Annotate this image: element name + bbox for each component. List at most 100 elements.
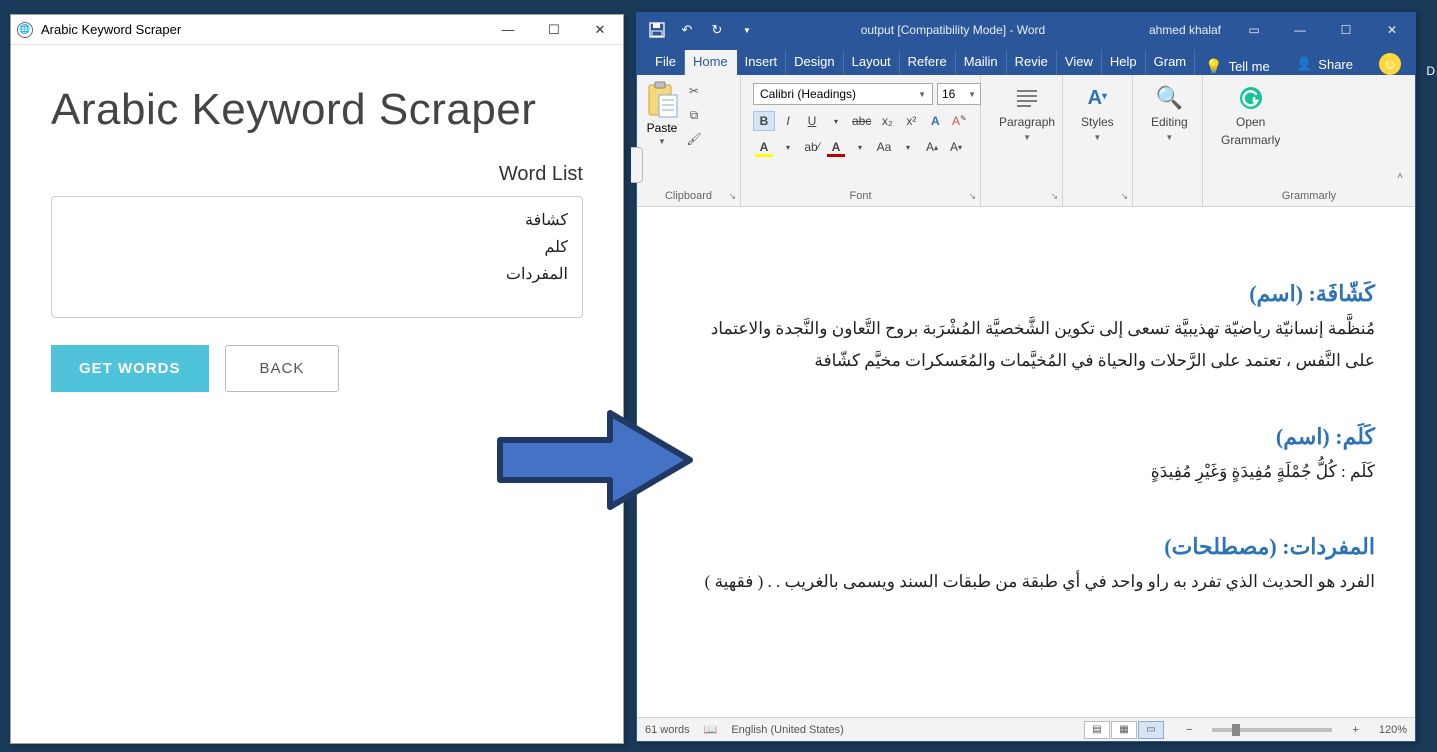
tab-help[interactable]: Help	[1102, 50, 1146, 75]
qat-customize-icon[interactable]: ▼	[735, 18, 759, 42]
paste-label: Paste	[647, 121, 678, 135]
zoom-thumb[interactable]	[1232, 724, 1240, 736]
font-name-value: Calibri (Headings)	[760, 87, 856, 101]
cut-icon[interactable]: ✂	[685, 83, 703, 99]
word-ribbon: Paste ▼ ✂ ⧉ 🖌 Clipboard↘ Calibri (Headin…	[637, 75, 1415, 207]
zoom-out-button[interactable]: −	[1186, 724, 1192, 736]
clipboard-launcher-icon[interactable]: ↘	[728, 191, 736, 202]
word-window-controls: ▭ — ☐ ✕	[1231, 13, 1415, 47]
word-user: ahmed khalaf	[1139, 23, 1231, 37]
scraper-body: Arabic Keyword Scraper Word List GET WOR…	[11, 45, 623, 412]
chevron-down-icon[interactable]: ▾	[849, 137, 871, 157]
paste-button[interactable]: Paste ▼	[645, 81, 679, 186]
change-case-button[interactable]: Aa	[873, 137, 895, 157]
chevron-down-icon[interactable]: ▾	[777, 137, 799, 157]
view-mode-switch: ▤ ▦ ▭	[1084, 721, 1164, 739]
chevron-down-icon: ▼	[918, 90, 926, 99]
subscript-button[interactable]: x₂	[876, 111, 898, 131]
scraper-titlebar: 🌐 Arabic Keyword Scraper — ☐ ✕	[11, 15, 623, 45]
share-button[interactable]: Share	[1318, 57, 1353, 72]
print-layout-icon[interactable]: ▦	[1111, 721, 1137, 739]
text-effects-button[interactable]: A	[924, 111, 946, 131]
paragraph-button[interactable]: Paragraph ▼	[989, 81, 1065, 198]
proofing-icon[interactable]: 📖	[704, 723, 718, 736]
read-mode-icon[interactable]: ▤	[1084, 721, 1110, 739]
tab-home[interactable]: Home	[685, 50, 737, 75]
ruler-toggle[interactable]	[631, 147, 643, 183]
tab-file[interactable]: File	[647, 50, 685, 75]
tab-design[interactable]: Design	[786, 50, 843, 75]
maximize-button[interactable]: ☐	[531, 15, 577, 45]
bold-button[interactable]: B	[753, 111, 775, 131]
word-titlebar: ↶ ↻ ▼ output [Compatibility Mode] - Word…	[637, 13, 1415, 47]
superscript-button[interactable]: x²	[900, 111, 922, 131]
entry-body: مُنظَّمة إنسانيّة رياضيّة تهذيبيَّة تسعى…	[677, 313, 1375, 378]
zoom-slider[interactable]	[1212, 728, 1332, 732]
grammarly-line1: Open	[1236, 115, 1265, 129]
paragraph-label: Paragraph	[999, 115, 1055, 129]
highlight-button[interactable]: A	[753, 137, 775, 157]
minimize-button[interactable]: —	[485, 15, 531, 45]
styles-button[interactable]: A▾ Styles ▼	[1071, 81, 1124, 198]
zoom-in-button[interactable]: +	[1352, 724, 1358, 736]
bulb-icon: 💡	[1205, 58, 1222, 75]
word-document-area[interactable]: كَشّافَة: (اسم) مُنظَّمة إنسانيّة رياضيّ…	[637, 207, 1415, 717]
paragraph-launcher-icon[interactable]: ↘	[1050, 191, 1058, 202]
share-area: 👤 Share ☺	[1282, 53, 1415, 75]
get-words-button[interactable]: GET WORDS	[51, 345, 209, 392]
back-button[interactable]: BACK	[225, 345, 340, 392]
tab-insert[interactable]: Insert	[737, 50, 787, 75]
ab-toggle-button[interactable]: ab⁄	[801, 137, 823, 157]
redo-icon[interactable]: ↻	[705, 18, 729, 42]
font-launcher-icon[interactable]: ↘	[968, 191, 976, 202]
font-color-button[interactable]: A	[825, 137, 847, 157]
close-button[interactable]: ✕	[577, 15, 623, 45]
entry-body: كَلَم : كُلُّ جُمْلَةٍ مُفِيدَةٍ وَغَيْر…	[677, 456, 1375, 488]
chevron-down-icon: ▼	[658, 137, 666, 146]
wordlist-input[interactable]	[51, 196, 583, 318]
italic-button[interactable]: I	[777, 111, 799, 131]
copy-icon[interactable]: ⧉	[685, 107, 703, 123]
chevron-down-icon: ▼	[1093, 133, 1101, 142]
web-layout-icon[interactable]: ▭	[1138, 721, 1164, 739]
word-close-button[interactable]: ✕	[1369, 13, 1415, 47]
word-maximize-button[interactable]: ☐	[1323, 13, 1369, 47]
word-minimize-button[interactable]: —	[1277, 13, 1323, 47]
save-icon[interactable]	[645, 18, 669, 42]
editing-button[interactable]: 🔍 Editing ▼	[1141, 81, 1198, 198]
tab-view[interactable]: View	[1057, 50, 1102, 75]
ribbon-options-button[interactable]: ▭	[1231, 13, 1277, 47]
undo-icon[interactable]: ↶	[675, 18, 699, 42]
tab-references[interactable]: Refere	[900, 50, 956, 75]
underline-button[interactable]: U	[801, 111, 823, 131]
open-grammarly-button[interactable]: Open Grammarly	[1211, 81, 1290, 186]
word-status-bar: 61 words 📖 English (United States) ▤ ▦ ▭…	[637, 717, 1415, 741]
clear-formatting-button[interactable]: A✎	[948, 111, 970, 131]
shrink-font-button[interactable]: A▾	[945, 137, 967, 157]
quick-access-toolbar: ↶ ↻ ▼	[637, 13, 767, 47]
chevron-down-icon[interactable]: ▾	[825, 111, 847, 131]
font-size-select[interactable]: 16 ▼	[937, 83, 981, 105]
tab-mailings[interactable]: Mailin	[956, 50, 1007, 75]
feedback-smile-icon[interactable]: ☺	[1379, 53, 1401, 75]
tab-layout[interactable]: Layout	[844, 50, 900, 75]
format-painter-icon[interactable]: 🖌	[685, 131, 703, 147]
scraper-button-row: GET WORDS BACK	[51, 345, 583, 392]
ribbon-group-editing: 🔍 Editing ▼	[1133, 75, 1203, 206]
chevron-down-icon[interactable]: ▾	[897, 137, 919, 157]
grow-font-button[interactable]: A▴	[921, 137, 943, 157]
styles-launcher-icon[interactable]: ↘	[1120, 191, 1128, 202]
tab-review[interactable]: Revie	[1007, 50, 1057, 75]
tab-grammarly[interactable]: Gram	[1146, 50, 1196, 75]
font-name-select[interactable]: Calibri (Headings) ▼	[753, 83, 933, 105]
zoom-level[interactable]: 120%	[1379, 724, 1407, 736]
tell-me-search[interactable]: 💡 Tell me	[1195, 58, 1280, 75]
entry-body: الفرد هو الحديث الذي تفرد به راو واحد في…	[677, 566, 1375, 598]
wordlist-label: Word List	[51, 163, 583, 186]
desktop-stray: D	[1426, 64, 1435, 78]
strikethrough-button[interactable]: abc	[849, 111, 874, 131]
status-word-count[interactable]: 61 words	[645, 724, 690, 736]
status-language[interactable]: English (United States)	[731, 724, 844, 736]
entry-heading: كَلَم: (اسم)	[677, 424, 1375, 450]
collapse-ribbon-icon[interactable]: ˄	[1393, 167, 1407, 186]
